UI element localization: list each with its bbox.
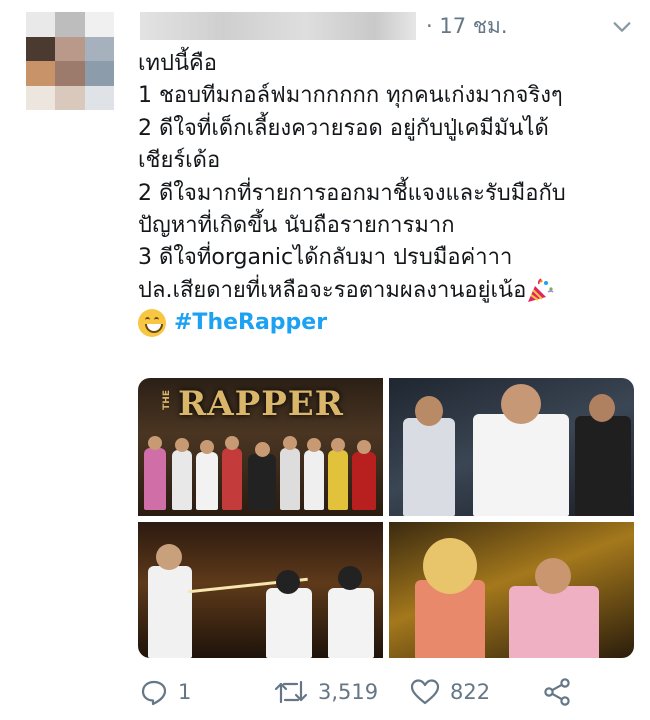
tweet-line: 1 ชอบทีมกอล์ฟมากกกกก ทุกคนเก่งมากจริงๆ <box>138 83 563 109</box>
reply-icon <box>141 680 167 706</box>
reply-button[interactable]: 1 <box>140 678 191 706</box>
like-count: 822 <box>450 680 491 704</box>
share-icon <box>544 678 570 706</box>
grinning-face-icon <box>138 309 166 338</box>
tweet-line: 2 ดีใจมากที่รายการออกมาชี้แจงและรับมือกั… <box>138 180 566 206</box>
retweet-button[interactable]: 3,519 <box>274 678 378 706</box>
tweet-line: ปัญหาที่เกิดขึ้น นับถือรายการมาก <box>138 213 455 239</box>
logo-rapper-text: RAPPER <box>178 384 344 424</box>
tweet-line: 2 ดีใจที่เด็กเลี้ยงควายรอด อยู่กับปู่เคม… <box>138 115 549 141</box>
photo-rappers-performing[interactable] <box>389 378 634 516</box>
retweet-count: 3,519 <box>318 680 379 704</box>
avatar[interactable] <box>26 12 114 110</box>
hashtag-line: #TheRapper <box>138 307 638 339</box>
like-button[interactable]: 822 <box>410 678 490 706</box>
photo-performers-closeup[interactable] <box>389 522 634 658</box>
photo-group-stage[interactable]: THE RAPPER <box>138 378 383 516</box>
tweet-text: เทปนี้คือ 1 ชอบทีมกอล์ฟมากกกกก ทุกคนเก่ง… <box>138 48 638 340</box>
tweet-action-bar: 1 3,519 822 <box>138 678 638 712</box>
tweet-line: เชียร์เด้อ <box>138 148 221 174</box>
tweet-line: เทปนี้คือ <box>138 51 217 76</box>
like-icon <box>410 679 440 705</box>
tweet-line: 3 ดีใจที่organicได้กลับมา ปรบมือค่าาา <box>138 245 513 271</box>
retweet-icon <box>274 680 308 704</box>
chevron-down-icon[interactable] <box>611 16 633 38</box>
photo-stage-bowing[interactable] <box>138 522 383 658</box>
tweet-line: ปล.เสียดายที่เหลือจะรอตามผลงานอยู่เน้อ <box>138 275 638 307</box>
author-name-blurred[interactable] <box>140 12 416 40</box>
share-button[interactable] <box>542 678 572 706</box>
party-popper-icon <box>528 278 554 302</box>
media-grid: THE RAPPER <box>138 378 634 658</box>
tweet-timestamp[interactable]: · 17 ชม. <box>426 12 508 40</box>
reply-count: 1 <box>178 680 192 704</box>
hashtag-link[interactable]: #TheRapper <box>174 307 327 339</box>
logo-the-text: THE <box>162 390 172 410</box>
tweet-line-text: ปล.เสียดายที่เหลือจะรอตามผลงานอยู่เน้อ <box>138 277 527 303</box>
